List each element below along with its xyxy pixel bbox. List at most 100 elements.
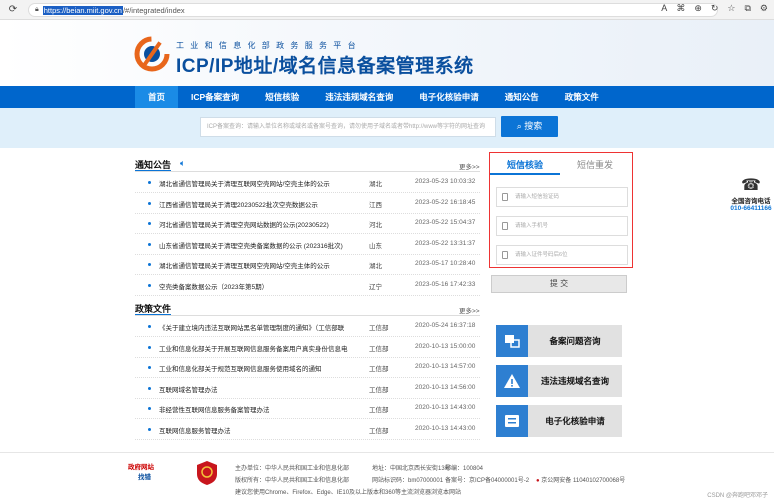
bullet-icon	[148, 222, 151, 225]
url-host: https://beian.miit.gov.cn	[42, 5, 123, 15]
item-title[interactable]: 河北省通信管理局关于清理空壳网站数据的公示(20230522)	[159, 219, 329, 229]
favorite-icon[interactable]: ☆	[727, 3, 735, 14]
collections-icon[interactable]: ⧉	[744, 3, 750, 14]
footer-address: 地址：中国北京西长安街13号	[372, 466, 451, 472]
item-region: 江西	[369, 201, 382, 209]
refresh-page-icon[interactable]: ↻	[711, 3, 719, 14]
gov-site-error-logo[interactable]: 政府网站 找错	[128, 463, 174, 483]
item-title[interactable]: 湖北省通信管理局关于清理互联网空壳网站/空壳主体的公示	[159, 178, 330, 188]
item-title[interactable]: 互联网信息服务管理办法	[159, 425, 231, 435]
card-e-verify[interactable]: 电子化核验申请	[496, 405, 622, 437]
item-date: 2023-05-22 16:18:45	[415, 198, 476, 206]
item-region: 山东	[369, 242, 382, 250]
item-title[interactable]: 江西省通信管理局关于清理20230522批次空壳数据公示	[159, 199, 318, 209]
list-item[interactable]: 工业和信息化部关于规范互联网信息服务使用域名的通知 工信部 2020-10-13 1…	[135, 358, 480, 378]
item-title[interactable]: 互联网域名管理办法	[159, 384, 218, 394]
hotline-label: 全国咨询电话	[731, 198, 771, 205]
phone-field[interactable]: 请输入手机号	[496, 216, 628, 236]
phone-icon	[502, 222, 508, 230]
list-item[interactable]: 空壳类备案数据公示（2023年第5期） 辽宁 2023-05-16 17:42:33	[135, 276, 480, 296]
site-title: ICP/IP地址/域名信息备案管理系统	[176, 56, 474, 77]
footer-host: 主办单位：中华人民共和国工业和信息化部	[235, 466, 350, 472]
watermark: CSDN @奔跑吧邓邓子	[707, 493, 768, 499]
list-item[interactable]: 湖北省通信管理局关于清理互联网空壳网站/空壳主体的公示 湖北 2023-05-23 …	[135, 173, 480, 193]
refresh-icon[interactable]: ⟳	[6, 3, 20, 17]
search-button-label: 搜索	[524, 121, 543, 131]
nav-illegal-domain[interactable]: 违法违规域名查询	[312, 86, 406, 108]
id-number-field[interactable]: 请输入证件号码后6位	[496, 245, 628, 265]
item-date: 2020-05-24 16:37:18	[415, 322, 476, 329]
item-region: 工信部	[369, 345, 389, 353]
footer-police-text: 京公网安备 11040102700068号	[541, 478, 626, 484]
bullet-icon	[148, 242, 151, 246]
address-bar[interactable]: 🔒︎ https://beian.miit.gov.cn /#/integrat…	[28, 3, 718, 17]
item-title[interactable]: 工业和信息化部关于开展互联网信息服务备案用户真实身份信息电	[159, 343, 348, 353]
footer-police-record[interactable]: ● 京公网安备 11040102700068号	[536, 475, 625, 484]
card-illegal-domain[interactable]: 违法违规域名查询	[496, 365, 622, 397]
item-title[interactable]: 《关于建立境内违法互联网站黑名单管理制度的通知》（工信部联	[159, 322, 344, 332]
profile-icon[interactable]: ⚙	[760, 3, 768, 14]
footer-copyright: 版权所有：中华人民共和国工业和信息化部	[235, 478, 350, 484]
warning-icon	[496, 365, 528, 397]
list-item[interactable]: 河北省通信管理局关于清理空壳网站数据的公示(20230522) 河北 2023-05…	[135, 214, 480, 234]
list-item[interactable]: 互联网域名管理办法 工信部 2020-10-13 14:56:00	[135, 379, 480, 399]
policies-more-link[interactable]: 更多>>	[459, 305, 480, 315]
bullet-icon	[148, 386, 151, 390]
item-date: 2023-05-23 10:03:32	[415, 178, 476, 185]
lock-icon[interactable]: 🔒︎	[35, 6, 39, 14]
nav-icp-query[interactable]: ICP备案查询	[178, 86, 252, 108]
nav-policies[interactable]: 政策文件	[552, 86, 612, 108]
list-item[interactable]: 江西省通信管理局关于清理20230522批次空壳数据公示 江西 2023-05-22…	[135, 194, 480, 214]
nav-home[interactable]: 首页	[135, 86, 179, 108]
card-filing-consult[interactable]: 备案问题咨询	[496, 325, 622, 357]
footer-site-code: 网站标识码：bm07000001	[372, 478, 444, 484]
list-item[interactable]: 《关于建立境内违法互联网站黑名单管理制度的通知》（工信部联 工信部 2020-05-…	[135, 317, 480, 337]
footer-postcode: 邮编：100804	[445, 466, 484, 472]
item-region: 辽宁	[369, 283, 382, 291]
list-item[interactable]: 湖北省通信管理局关于清理互联网空壳网站/空壳主体的公示 湖北 2023-05-17 …	[135, 255, 480, 275]
speaker-icon: 🔈︎	[180, 158, 186, 168]
zoom-in-icon[interactable]: ⊕	[694, 3, 702, 14]
nav-sms-verify[interactable]: 短信核验	[252, 86, 312, 108]
item-region: 工信部	[369, 386, 389, 394]
list-item[interactable]: 互联网信息服务管理办法 工信部 2020-10-13 14:43:00	[135, 420, 480, 440]
card-e-verify-label: 电子化核验申请	[545, 416, 605, 426]
bullet-icon	[148, 427, 151, 431]
item-date: 2020-10-13 15:00:00	[415, 342, 476, 350]
item-region: 河北	[369, 222, 382, 229]
item-title[interactable]: 工业和信息化部关于规范互联网信息服务使用域名的通知	[159, 363, 322, 373]
tab-sms-verify[interactable]: 短信核验	[490, 157, 560, 175]
submit-button[interactable]: 提 交	[491, 275, 627, 293]
nav-e-verify[interactable]: 电子化核验申请	[406, 86, 492, 108]
sms-code-field[interactable]: 请输入短信验证码	[496, 187, 628, 207]
url-path: /#/integrated/index	[122, 5, 185, 15]
police-badge-icon: ●	[536, 478, 540, 484]
card-filing-consult-label: 备案问题咨询	[549, 336, 601, 346]
item-title[interactable]: 湖北省通信管理局关于清理互联网空壳网站/空壳主体的公示	[159, 260, 330, 270]
footer-icp[interactable]: 备案号：京ICP备04000001号-2	[445, 475, 529, 484]
bullet-icon	[148, 263, 151, 266]
list-item[interactable]: 工业和信息化部关于开展互联网信息服务备案用户真实身份信息电 工信部 2020-10-…	[135, 338, 480, 358]
consult-icon	[496, 325, 528, 357]
item-date: 2020-10-13 14:43:00	[415, 404, 476, 411]
notices-more-link[interactable]: 更多>>	[459, 161, 480, 171]
read-aloud-icon[interactable]: A	[661, 3, 667, 14]
search-button[interactable]: ⌕ 搜索	[501, 116, 558, 137]
miit-logo-icon	[134, 36, 170, 72]
phone-placeholder: 请输入手机号	[515, 223, 549, 229]
bullet-icon	[148, 366, 151, 369]
party-badge-icon[interactable]	[196, 460, 218, 486]
item-title[interactable]: 非经营性互联网信息服务备案管理办法	[159, 404, 270, 414]
item-date: 2020-10-13 14:57:00	[415, 363, 476, 370]
list-item[interactable]: 山东省通信管理局关于清理空壳类备案数据的公示 (202316批次) 山东 2023-…	[135, 235, 480, 255]
telephone-icon: ☎	[741, 177, 761, 194]
search-input[interactable]: ICP备案查询：请输入单位名称或域名或备案号查询，请勿使用子域名或者带http:…	[200, 117, 496, 137]
item-title[interactable]: 空壳类备案数据公示（2023年第5期）	[159, 281, 268, 291]
browser-icons: A ⌘ ⊕ ↻ ☆ ⧉ ⚙	[661, 3, 768, 14]
item-title[interactable]: 山东省通信管理局关于清理空壳类备案数据的公示 (202316批次)	[159, 240, 343, 250]
tab-sms-resend[interactable]: 短信重发	[560, 157, 630, 175]
nav-notices[interactable]: 通知公告	[492, 86, 552, 108]
list-item[interactable]: 非经营性互联网信息服务备案管理办法 工信部 2020-10-13 14:43:00	[135, 399, 480, 419]
grid-icon[interactable]: ⌘	[676, 3, 685, 14]
item-region: 工信部	[369, 427, 389, 435]
